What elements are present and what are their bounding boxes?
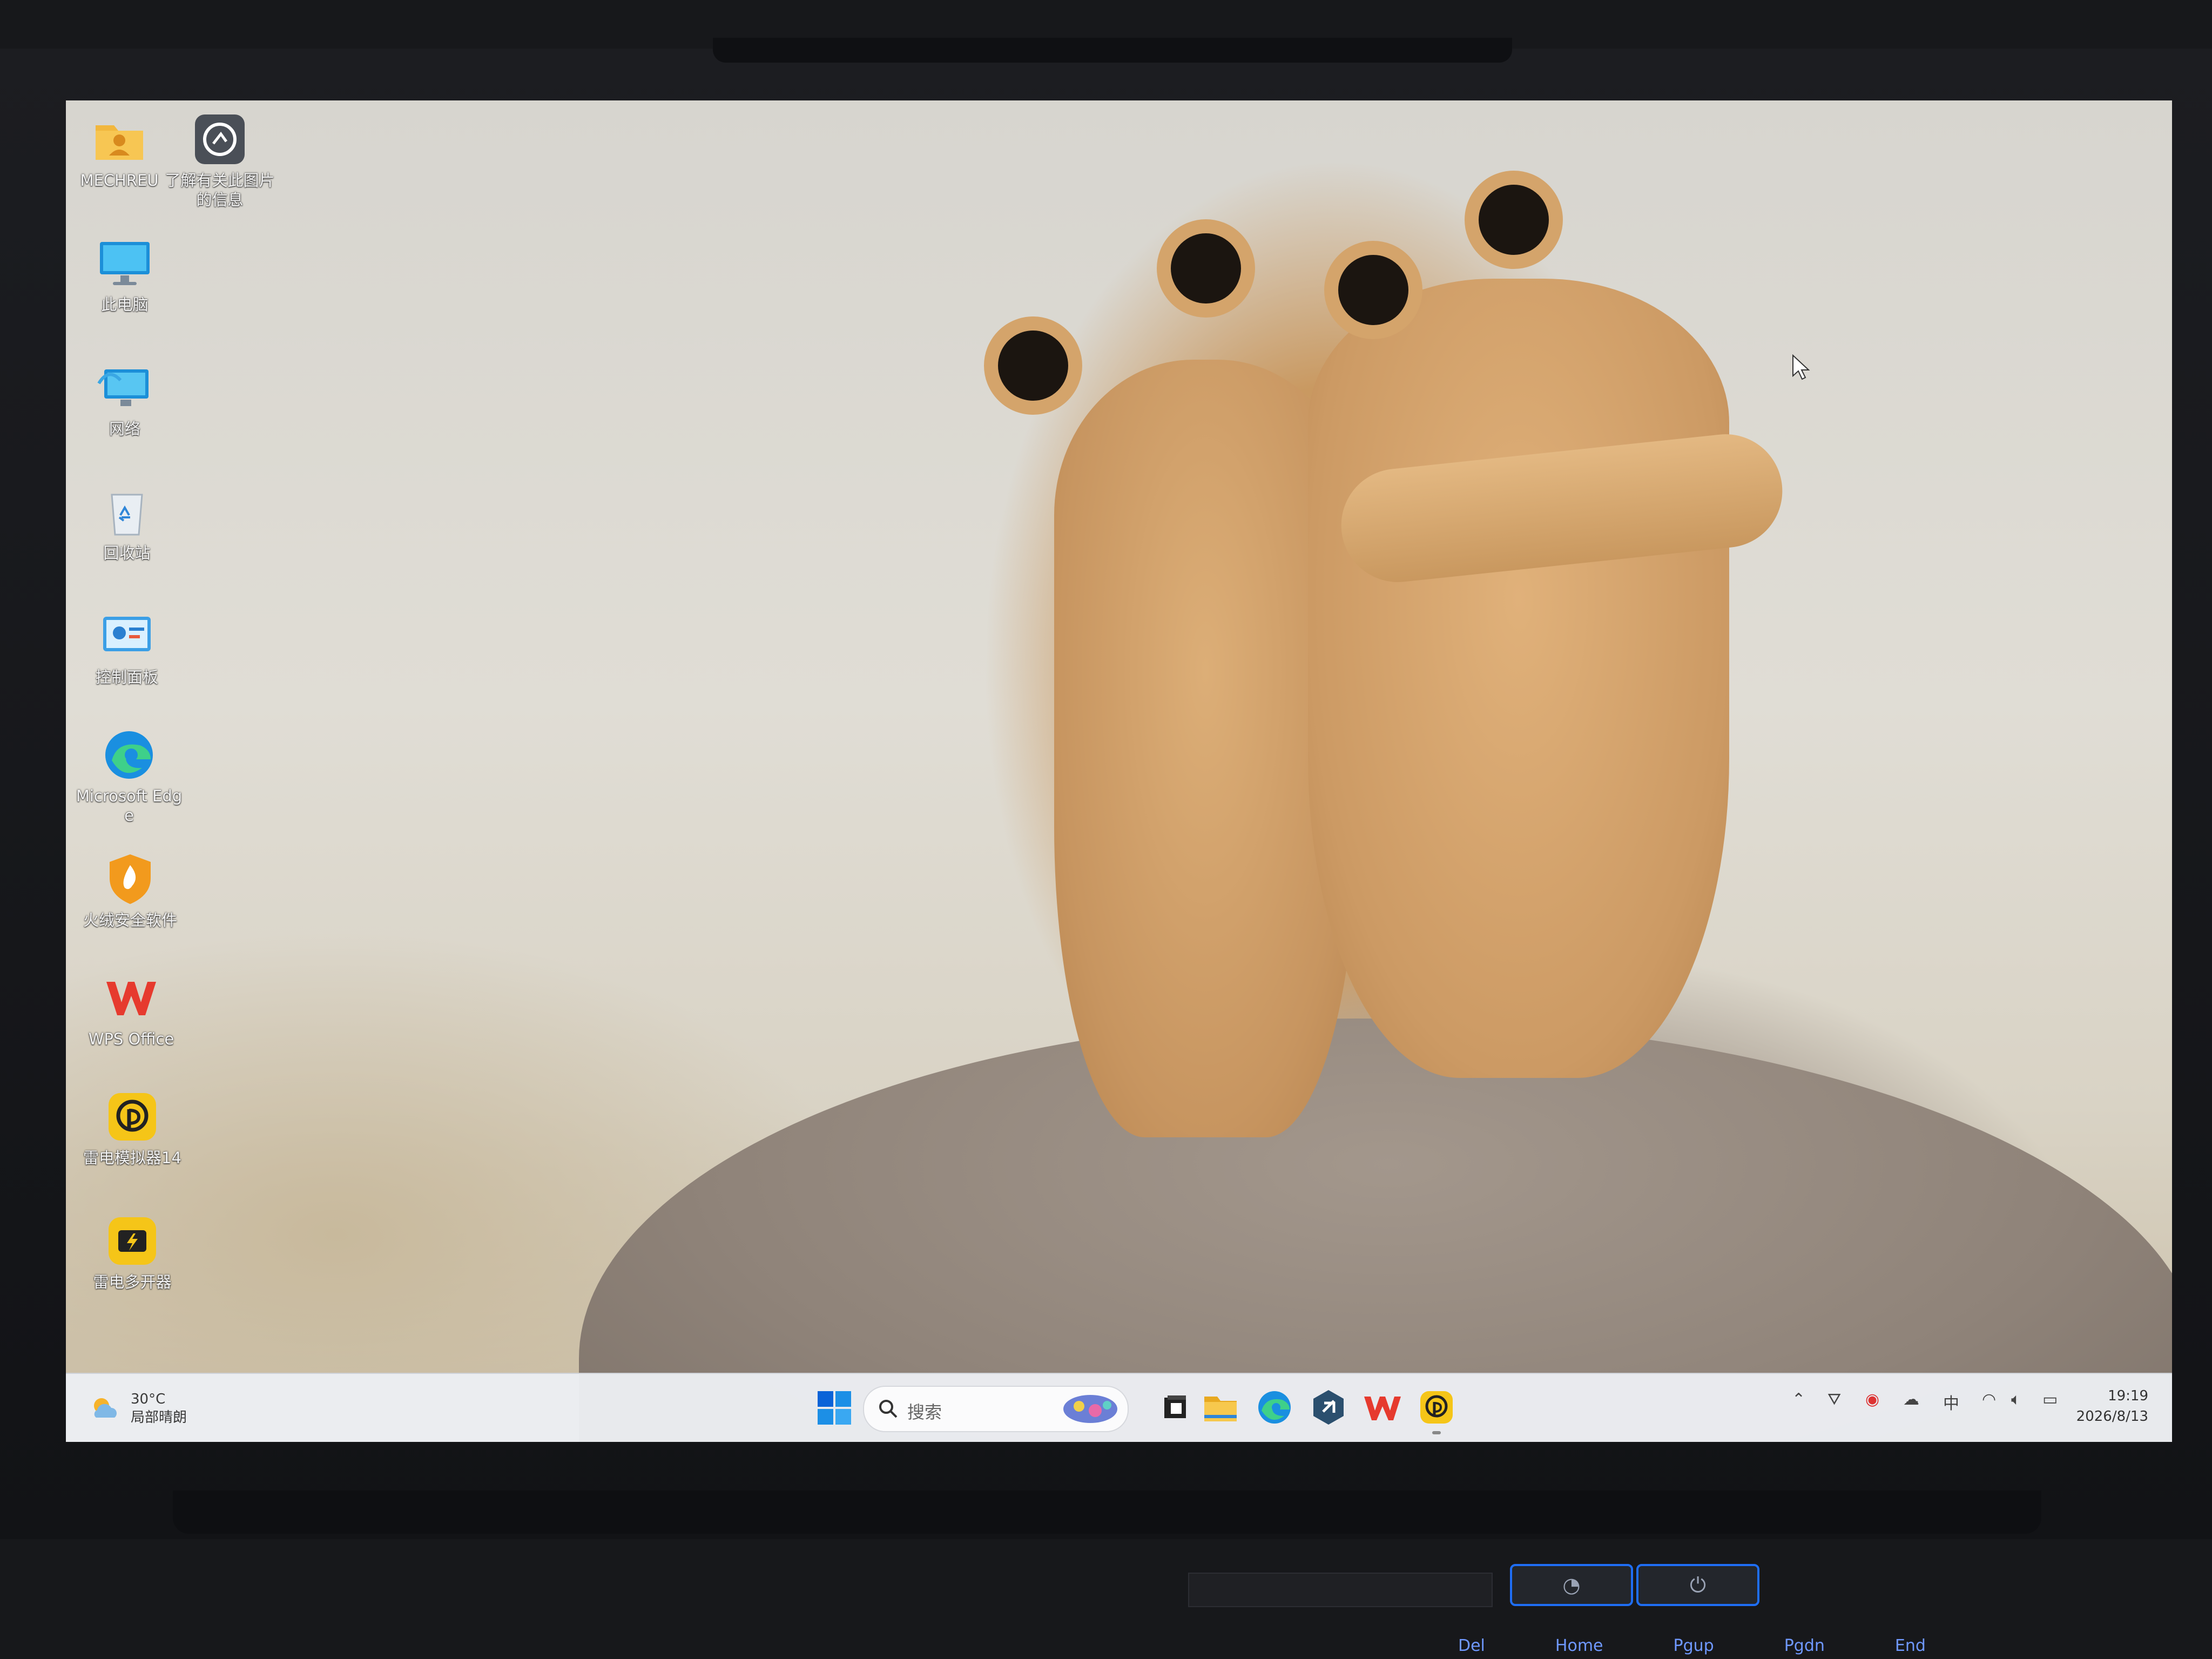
desktop-icon-network[interactable]: 网络 [68, 360, 181, 439]
edge-icon [1258, 1391, 1291, 1424]
tray-ime-indicator[interactable]: 中 [1943, 1390, 1959, 1414]
edge-icon [101, 727, 157, 783]
desktop-icon-control-panel[interactable]: 控制面板 [70, 608, 184, 687]
key-del[interactable]: Del [1458, 1636, 1485, 1655]
wallpaper-ear [984, 316, 1082, 415]
mouse-cursor-icon [1792, 354, 1810, 380]
tray-wifi-icon[interactable]: ◠ [1982, 1390, 1996, 1409]
monitor-icon [97, 235, 153, 292]
key-pgdn[interactable]: Pgdn [1784, 1636, 1825, 1655]
key-pgup[interactable]: Pgup [1674, 1636, 1714, 1655]
ldplayer-icon [1420, 1391, 1453, 1424]
icon-label: 回收站 [103, 544, 151, 562]
clock-date: 2026/8/13 [2076, 1408, 2148, 1425]
partly-sunny-icon [94, 1398, 117, 1418]
recycle-bin-icon [99, 484, 155, 540]
wallpaper-ear [1465, 171, 1563, 269]
desktop-icon-recycle-bin[interactable]: 回收站 [70, 484, 184, 563]
taskbar-app-store[interactable] [1308, 1387, 1349, 1428]
desktop-icon-edge[interactable]: Microsoft Edge [72, 727, 186, 825]
wallpaper-ear [1157, 219, 1255, 318]
camera-notch [713, 38, 1512, 63]
wallpaper-ear [1324, 241, 1422, 339]
clock-time: 19:19 [2108, 1388, 2148, 1404]
desktop-icon-wps[interactable]: WPS Office [75, 970, 188, 1049]
icon-label: MECHREU [80, 171, 159, 190]
taskbar-edge[interactable] [1254, 1387, 1295, 1428]
windows-logo-icon [818, 1391, 851, 1425]
icon-label: 火绒安全软件 [83, 911, 177, 929]
user-folder-icon [91, 111, 147, 167]
search-placeholder: 搜索 [907, 1402, 942, 1422]
flame-shield-icon [102, 851, 158, 907]
desktop-icon-ldmulti[interactable]: 雷电多开器 [76, 1213, 189, 1292]
icon-label: 控制面板 [95, 668, 158, 686]
speedometer-icon: ◔ [1562, 1573, 1581, 1597]
desktop-icon-ldplayer[interactable]: 雷电模拟器14 [76, 1089, 189, 1168]
taskbar-file-explorer[interactable] [1200, 1387, 1241, 1428]
icon-label: 了解有关此图片的信息 [165, 171, 275, 209]
tray-volume-icon[interactable]: 🔈︎ [2011, 1390, 2021, 1409]
start-button[interactable] [815, 1389, 853, 1427]
network-icon [97, 360, 153, 416]
power-icon: ⏻ [1689, 1573, 1707, 1597]
search-icon [879, 1400, 898, 1418]
key-end[interactable]: End [1895, 1636, 1926, 1655]
control-panel-icon [99, 608, 155, 664]
wallpaper-lion-right [1308, 279, 1729, 1078]
taskbar-search[interactable]: 搜索 [863, 1386, 1129, 1432]
icon-label: 雷电模拟器14 [83, 1149, 181, 1167]
icon-label: Microsoft Edge [76, 787, 183, 825]
desktop-icon-huorong[interactable]: 火绒安全软件 [73, 851, 187, 930]
wps-icon [103, 970, 159, 1026]
ldplayer-icon [104, 1089, 160, 1145]
folder-icon [1204, 1397, 1237, 1421]
icon-label: 此电脑 [101, 295, 149, 314]
icon-label: 雷电多开器 [93, 1273, 172, 1291]
laptop-hinge [173, 1491, 2041, 1534]
power-button[interactable]: ⏻ [1636, 1564, 1759, 1606]
task-view-icon [1164, 1395, 1186, 1418]
weather-desc: 局部晴朗 [131, 1410, 187, 1426]
tray-cloud-off-icon[interactable]: ☁ [1903, 1390, 1919, 1409]
wps-icon [1364, 1397, 1401, 1420]
desktop-icon-learn-picture[interactable]: 了解有关此图片的信息 [163, 111, 276, 210]
search-highlight-icon [1063, 1395, 1117, 1423]
weather-temp: 30°C [131, 1391, 166, 1407]
camera-info-icon [192, 111, 248, 167]
tray-show-hidden-icon[interactable]: ⌃ [1792, 1390, 1805, 1409]
ldmulti-icon [104, 1213, 160, 1269]
icon-label: 网络 [109, 420, 140, 438]
taskbar: 30°C 局部晴朗 搜索 ⌃ ⛛ ◉ ☁ 中 ◠ 🔈︎ ▭ 19:19 2026… [66, 1373, 2172, 1442]
taskbar-task-view[interactable] [1155, 1387, 1196, 1428]
key-home[interactable]: Home [1555, 1636, 1603, 1655]
tray-network-off-icon[interactable]: ⛛ [1827, 1390, 1841, 1409]
taskbar-ldplayer[interactable] [1416, 1387, 1457, 1434]
tray-recording-icon[interactable]: ◉ [1865, 1390, 1879, 1409]
performance-mode-button[interactable]: ◔ [1510, 1564, 1633, 1606]
laptop-label-plate [1188, 1573, 1493, 1607]
desktop-icon-this-pc[interactable]: 此电脑 [68, 235, 181, 314]
desktop-screen[interactable]: MECHREU 了解有关此图片的信息 此电脑 网络 回收站 控制面板 Micro… [66, 100, 2172, 1442]
icon-label: WPS Office [88, 1030, 174, 1048]
weather-widget[interactable]: 30°C 局部晴朗 [90, 1386, 187, 1431]
taskbar-wps[interactable] [1362, 1387, 1403, 1428]
store-icon [1313, 1390, 1344, 1425]
taskbar-clock[interactable]: 19:19 2026/8/13 [2076, 1386, 2148, 1427]
desktop-icon-mechreu[interactable]: MECHREU [66, 111, 176, 190]
keyboard-top-row: Del Home Pgup Pgdn End [1458, 1636, 1926, 1655]
tray-battery-icon[interactable]: ▭ [2042, 1390, 2058, 1409]
running-indicator [1432, 1431, 1441, 1434]
